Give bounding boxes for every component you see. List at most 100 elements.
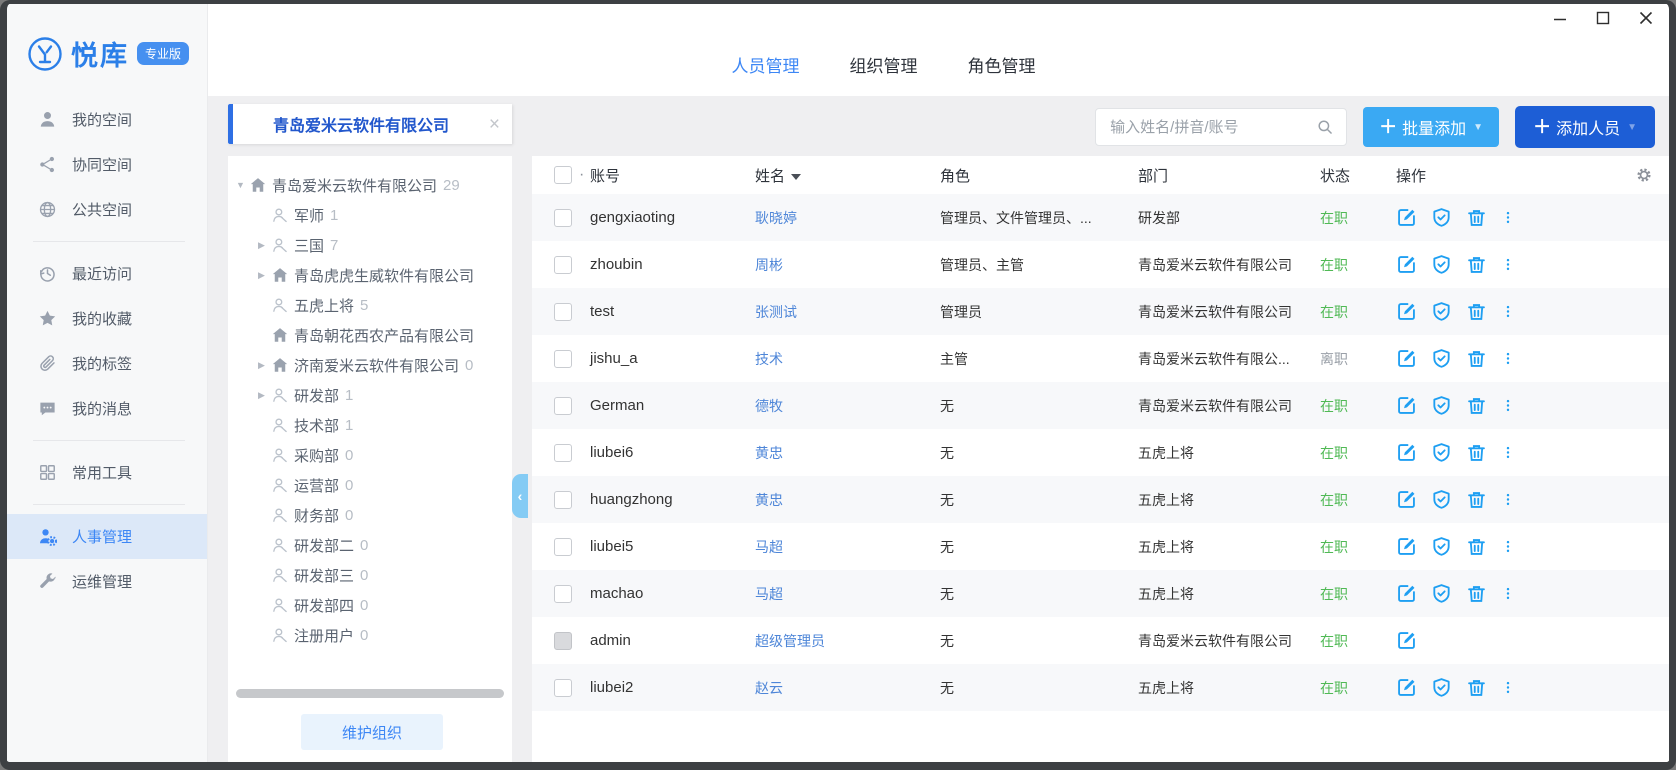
more-actions-icon[interactable] (1501, 442, 1515, 463)
row-checkbox[interactable] (554, 491, 572, 509)
delete-icon[interactable] (1466, 536, 1487, 557)
permissions-icon[interactable] (1431, 442, 1452, 463)
permissions-icon[interactable] (1431, 348, 1452, 369)
add-person-button[interactable]: ＋添加人员▼ (1515, 106, 1655, 148)
edit-icon[interactable] (1396, 536, 1417, 557)
collapse-tree-handle[interactable]: ‹ (512, 474, 528, 518)
tree-node[interactable]: 财务部0 (236, 500, 508, 530)
more-actions-icon[interactable] (1501, 489, 1515, 510)
edit-icon[interactable] (1396, 395, 1417, 416)
name-link[interactable]: 黄忠 (755, 445, 783, 461)
name-link[interactable]: 周彬 (755, 257, 783, 273)
sidebar-item-recent[interactable]: 最近访问 (7, 251, 207, 296)
tree-horizontal-scrollbar[interactable] (236, 689, 504, 698)
sidebar-item-ops[interactable]: 运维管理 (7, 559, 207, 604)
sidebar-item-messages[interactable]: 我的消息 (7, 386, 207, 431)
maintain-org-button[interactable]: 维护组织 (301, 714, 443, 750)
sidebar-item-collab-space[interactable]: 协同空间 (7, 142, 207, 187)
sidebar-item-public-space[interactable]: 公共空间 (7, 187, 207, 232)
permissions-icon[interactable] (1431, 536, 1452, 557)
permissions-icon[interactable] (1431, 583, 1452, 604)
more-actions-icon[interactable] (1501, 677, 1515, 698)
permissions-icon[interactable] (1431, 254, 1452, 275)
more-actions-icon[interactable] (1501, 254, 1515, 275)
search-input[interactable] (1108, 118, 1316, 137)
more-actions-icon[interactable] (1501, 348, 1515, 369)
tree-node[interactable]: 运营部0 (236, 470, 508, 500)
permissions-icon[interactable] (1431, 395, 1452, 416)
edit-icon[interactable] (1396, 254, 1417, 275)
column-settings-gear-icon[interactable] (1635, 166, 1653, 184)
name-link[interactable]: 马超 (755, 539, 783, 555)
name-link[interactable]: 德牧 (755, 398, 783, 414)
close-button[interactable] (1639, 11, 1653, 25)
row-checkbox[interactable] (554, 209, 572, 227)
edit-icon[interactable] (1396, 348, 1417, 369)
header-name[interactable]: 姓名 (755, 165, 940, 186)
delete-icon[interactable] (1466, 207, 1487, 228)
sidebar-item-hr[interactable]: 人事管理 (7, 514, 207, 559)
delete-icon[interactable] (1466, 489, 1487, 510)
row-checkbox[interactable] (554, 444, 572, 462)
expander-down-icon[interactable]: ▼ (236, 180, 249, 190)
row-checkbox[interactable] (554, 350, 572, 368)
tree-node[interactable]: 研发部二0 (236, 530, 508, 560)
delete-icon[interactable] (1466, 395, 1487, 416)
edit-icon[interactable] (1396, 442, 1417, 463)
delete-icon[interactable] (1466, 442, 1487, 463)
tree-node[interactable]: ▼青岛爱米云软件有限公司29 (236, 170, 508, 200)
minimize-button[interactable] (1553, 11, 1567, 25)
name-link[interactable]: 超级管理员 (755, 633, 825, 649)
row-checkbox[interactable] (554, 397, 572, 415)
expander-right-icon[interactable]: ▶ (258, 360, 271, 371)
tree-node[interactable]: 军师1 (236, 200, 508, 230)
tree-node[interactable]: ▶青岛虎虎生威软件有限公司 (236, 260, 508, 290)
maximize-button[interactable] (1596, 11, 1610, 25)
more-actions-icon[interactable] (1501, 583, 1515, 604)
tree-node[interactable]: ▶济南爱米云软件有限公司0 (236, 350, 508, 380)
tree-node[interactable]: 技术部1 (236, 410, 508, 440)
name-link[interactable]: 马超 (755, 586, 783, 602)
tree-node[interactable]: 五虎上将5 (236, 290, 508, 320)
name-link[interactable]: 耿晓婷 (755, 210, 797, 226)
sidebar-item-favorites[interactable]: 我的收藏 (7, 296, 207, 341)
search-icon[interactable] (1316, 118, 1334, 136)
tree-node[interactable]: 研发部四0 (236, 590, 508, 620)
row-checkbox[interactable] (554, 538, 572, 556)
tree-node[interactable]: ▶研发部1 (236, 380, 508, 410)
expander-right-icon[interactable]: ▶ (258, 390, 271, 401)
sidebar-item-tools[interactable]: 常用工具 (7, 450, 207, 495)
row-checkbox[interactable] (554, 303, 572, 321)
sidebar-item-my-space[interactable]: 我的空间 (7, 97, 207, 142)
permissions-icon[interactable] (1431, 301, 1452, 322)
tab-organization[interactable]: 组织管理 (850, 52, 918, 77)
edit-icon[interactable] (1396, 489, 1417, 510)
sidebar-item-tags[interactable]: 我的标签 (7, 341, 207, 386)
tree-node[interactable]: 采购部0 (236, 440, 508, 470)
expander-right-icon[interactable]: ▶ (258, 270, 271, 281)
row-checkbox[interactable] (554, 585, 572, 603)
org-tab[interactable]: 青岛爱米云软件有限公司 × (228, 104, 512, 144)
delete-icon[interactable] (1466, 301, 1487, 322)
batch-add-button[interactable]: ＋批量添加▼ (1363, 107, 1499, 147)
edit-icon[interactable] (1396, 630, 1417, 651)
org-tab-close-icon[interactable]: × (489, 115, 500, 134)
tree-node[interactable]: 青岛朝花西农产品有限公司 (236, 320, 508, 350)
name-link[interactable]: 黄忠 (755, 492, 783, 508)
tree-node[interactable]: 研发部三0 (236, 560, 508, 590)
permissions-icon[interactable] (1431, 489, 1452, 510)
more-actions-icon[interactable] (1501, 536, 1515, 557)
tree-node[interactable]: ▶三国7 (236, 230, 508, 260)
row-checkbox[interactable] (554, 679, 572, 697)
more-actions-icon[interactable] (1501, 207, 1515, 228)
edit-icon[interactable] (1396, 301, 1417, 322)
edit-icon[interactable] (1396, 677, 1417, 698)
tab-role[interactable]: 角色管理 (968, 52, 1036, 77)
more-actions-icon[interactable] (1501, 301, 1515, 322)
edit-icon[interactable] (1396, 583, 1417, 604)
name-link[interactable]: 张测试 (755, 304, 797, 320)
select-all-checkbox[interactable] (554, 166, 572, 184)
name-link[interactable]: 技术 (755, 351, 783, 367)
tree-node[interactable]: 注册用户0 (236, 620, 508, 650)
more-actions-icon[interactable] (1501, 395, 1515, 416)
